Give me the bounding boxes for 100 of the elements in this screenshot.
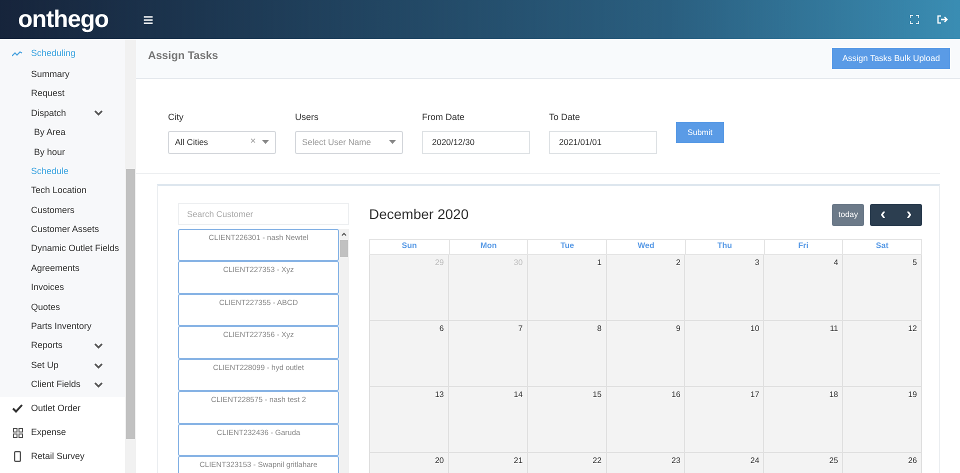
phone-icon [14, 451, 21, 462]
field-label: From Date [422, 111, 466, 124]
day-cell[interactable]: 14 [448, 387, 528, 453]
day-number: 10 [750, 323, 760, 335]
nav-item[interactable]: By Area [0, 123, 125, 143]
day-cell[interactable]: 12 [843, 321, 922, 387]
day-cell[interactable]: 11 [764, 321, 844, 387]
day-number: 19 [908, 389, 917, 401]
day-number: 1 [597, 257, 602, 269]
nav-item[interactable]: Client Fields [0, 375, 125, 395]
day-number: 7 [518, 323, 523, 335]
field-label: Users [295, 111, 320, 124]
day-number: 21 [514, 455, 523, 467]
day-number: 29 [434, 257, 444, 269]
day-cell[interactable]: 7 [448, 321, 528, 387]
day-number: 20 [434, 455, 444, 467]
nav-item[interactable]: Dynamic Outlet Fields [0, 240, 125, 259]
day-cell[interactable]: 10 [685, 321, 764, 387]
day-number: 3 [754, 257, 760, 269]
menu-button[interactable]: ≡ [143, 10, 154, 28]
today-button[interactable]: today [832, 204, 864, 226]
scrollbar-thumb[interactable] [126, 169, 135, 439]
nav-item[interactable]: Dispatch [0, 104, 125, 124]
scrollbar[interactable] [125, 39, 136, 473]
day-cell[interactable]: 3 [685, 255, 764, 321]
nav-item[interactable]: Summary [0, 65, 125, 84]
day-number: 2 [676, 257, 680, 269]
fullscreen-icon[interactable] [910, 15, 919, 24]
day-cell[interactable]: 17 [685, 387, 764, 453]
previous-button[interactable]: ‹ [870, 204, 896, 226]
nav-item[interactable]: By hour [0, 142, 125, 162]
nav-item[interactable]: Set Up [0, 356, 125, 376]
nav-item[interactable]: Customers [0, 200, 125, 220]
field-label: To Date [549, 111, 582, 124]
grid-icon [12, 428, 22, 438]
logo: onthego [18, 8, 110, 32]
trend-line-icon [12, 51, 23, 57]
day-number: 8 [597, 323, 602, 335]
nav-item[interactable]: Invoices [0, 278, 125, 298]
day-number: 11 [830, 323, 838, 335]
check-icon [12, 404, 23, 414]
day-cell[interactable]: 16 [606, 387, 686, 453]
dropdown-arrow-icon [262, 140, 269, 144]
day-cell[interactable]: 4 [764, 255, 844, 321]
nav-item[interactable]: Customer Assets [0, 220, 125, 240]
nav-item[interactable]: Reports [0, 336, 125, 356]
day-number: 15 [592, 389, 602, 401]
day-cell[interactable]: 25 [764, 453, 844, 473]
select-field[interactable]: All Cities × [168, 130, 276, 154]
day-cell[interactable]: 9 [606, 321, 686, 387]
weekday-header: Fri [764, 240, 842, 254]
day-cell[interactable]: 22 [528, 453, 607, 473]
nav-section[interactable]: Retail Survey [0, 444, 125, 469]
day-cell[interactable]: 2 [606, 255, 686, 321]
weekday-header: Mon [448, 240, 528, 254]
day-number: 6 [439, 323, 444, 335]
logout-icon[interactable] [937, 15, 948, 24]
day-number: 30 [514, 257, 523, 269]
date-field[interactable]: 2021/01/01 [549, 130, 657, 154]
scrollbar-thumb[interactable] [340, 240, 348, 257]
day-number: 4 [834, 257, 838, 269]
nav-item[interactable]: Request [0, 84, 125, 104]
day-cell[interactable]: 23 [606, 453, 686, 473]
nav-item[interactable]: Agreements [0, 258, 125, 278]
chevron-down-icon [94, 362, 103, 369]
nav-item[interactable]: Parts Inventory [0, 317, 125, 336]
chevron-down-icon [94, 343, 103, 350]
day-number: 22 [592, 455, 602, 467]
list-scrollbar[interactable] [339, 228, 349, 473]
nav-section[interactable]: Expense [0, 420, 125, 445]
chevron-down-icon [94, 110, 103, 116]
nav-section[interactable]: Outlet Order [0, 396, 125, 421]
next-button[interactable]: › [896, 204, 922, 226]
day-cell[interactable]: 19 [843, 387, 922, 453]
search-field[interactable]: Search Customer [178, 203, 349, 225]
day-cell[interactable]: 15 [528, 387, 607, 453]
day-number: 17 [750, 389, 760, 401]
day-cell[interactable]: 21 [448, 453, 528, 473]
scroll-up-icon[interactable] [341, 232, 347, 236]
chevron-down-icon [94, 382, 103, 388]
day-cell[interactable]: 20 [370, 453, 449, 473]
day-cell[interactable]: 26 [843, 453, 922, 473]
day-number: 12 [908, 323, 917, 335]
day-cell[interactable]: 1 [528, 255, 607, 321]
day-cell[interactable]: 18 [764, 387, 844, 453]
day-number: 23 [672, 455, 680, 467]
day-cell[interactable]: 24 [685, 453, 764, 473]
day-number: 18 [829, 389, 838, 401]
date-field[interactable]: 2020/12/30 [422, 130, 530, 154]
nav-item[interactable]: Tech Location [0, 181, 125, 201]
day-cell[interactable]: 8 [528, 321, 607, 387]
day-number: 13 [434, 389, 444, 401]
nav-item[interactable]: Quotes [0, 298, 125, 318]
day-cell[interactable]: 6 [370, 321, 449, 387]
day-number: 24 [750, 455, 760, 467]
day-number: 9 [676, 323, 680, 335]
day-cell[interactable]: 5 [843, 255, 922, 321]
day-cell[interactable]: 13 [370, 387, 449, 453]
page-title: Assign Tasks [148, 49, 218, 64]
day-number: 5 [912, 257, 917, 269]
